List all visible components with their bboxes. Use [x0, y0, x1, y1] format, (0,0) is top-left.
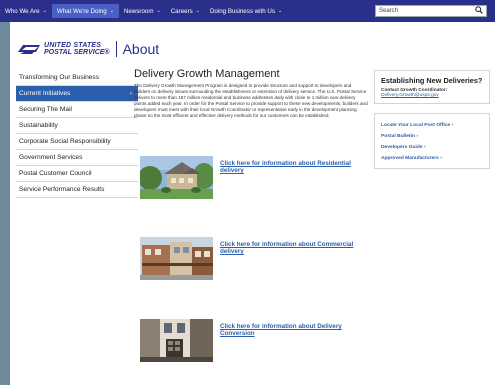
- sidebar-item-transforming-our-business[interactable]: Transforming Our Business: [16, 70, 138, 86]
- chevron-down-icon: ⌄: [277, 8, 283, 14]
- chevron-down-icon: ⌄: [109, 8, 114, 14]
- nav-who-we-are-label: Who We Are: [5, 7, 40, 15]
- new-deliveries-box: Establishing New Deliveries? Contact Gro…: [374, 70, 490, 104]
- search-input[interactable]: Search: [375, 5, 487, 17]
- top-navigation-bar: Who We Are ⌄ What We're Doing ⌄ Newsroom…: [0, 0, 495, 22]
- page-content: UNITED STATES POSTAL SERVICE® About Tran…: [10, 22, 495, 385]
- feature-residential: Click here for information about Residen…: [140, 156, 365, 199]
- magnifier-icon[interactable]: [475, 6, 483, 16]
- sidebar-navigation: Transforming Our Business Current Initia…: [16, 70, 138, 198]
- sidebar-item-postal-customer-council[interactable]: Postal Customer Council: [16, 166, 138, 182]
- postal-bulletin-link[interactable]: Postal Bulletin ›: [381, 131, 483, 142]
- approved-manufacturers-link[interactable]: Approved Manufacturers ›: [381, 153, 483, 164]
- nav-what-were-doing[interactable]: What We're Doing ⌄: [51, 4, 119, 18]
- sidebar-item-sustainability[interactable]: Sustainability: [16, 118, 138, 134]
- nav-newsroom[interactable]: Newsroom ⌄: [119, 4, 166, 18]
- right-sidebar: Establishing New Deliveries? Contact Gro…: [374, 70, 490, 169]
- chevron-down-icon: ⌄: [42, 8, 47, 14]
- commercial-delivery-link[interactable]: Click here for information about Commerc…: [220, 241, 365, 280]
- usps-eagle-logo-icon[interactable]: [18, 42, 40, 56]
- residential-delivery-link[interactable]: Click here for information about Residen…: [220, 160, 365, 199]
- sidebar-item-label: Securing The Mail: [19, 106, 73, 113]
- feature-conversion: Click here for information about Deliver…: [140, 319, 365, 362]
- nav-careers-label: Careers: [170, 7, 193, 15]
- usps-wordmark[interactable]: UNITED STATES POSTAL SERVICE®: [44, 42, 110, 56]
- feature-commercial: Click here for information about Commerc…: [140, 237, 365, 280]
- sidebar-item-label: Transforming Our Business: [19, 74, 100, 81]
- nav-careers[interactable]: Careers ⌄: [166, 4, 205, 18]
- nav-doing-business-label: Doing Business with Us: [209, 7, 275, 15]
- chevron-down-icon: ⌄: [195, 8, 200, 14]
- main-content: Delivery Growth Management The Delivery …: [134, 68, 368, 119]
- nav-doing-business[interactable]: Doing Business with Us ⌄: [205, 4, 287, 18]
- page-title: Delivery Growth Management: [134, 68, 280, 80]
- residential-house-image[interactable]: [140, 156, 213, 199]
- header-divider: [115, 41, 117, 57]
- sidebar-item-label: Current Initiatives: [19, 90, 71, 97]
- locate-post-office-link[interactable]: Locate Your Local Post Office ›: [381, 120, 483, 131]
- section-title: About: [122, 41, 160, 57]
- logo-line-postal-service: POSTAL SERVICE®: [44, 49, 110, 56]
- sidebar-item-current-initiatives[interactable]: Current Initiatives ›: [16, 86, 138, 102]
- quick-links-box: Locate Your Local Post Office › Postal B…: [374, 113, 490, 169]
- sidebar-item-label: Corporate Social Responsibility: [19, 138, 111, 145]
- sidebar-item-label: Service Performance Results: [19, 186, 105, 193]
- new-deliveries-title: Establishing New Deliveries?: [381, 76, 483, 85]
- chevron-right-icon: ›: [129, 90, 132, 97]
- nav-who-we-are[interactable]: Who We Are ⌄: [0, 4, 52, 18]
- intro-paragraph: The Delivery Growth Management Program i…: [134, 83, 368, 119]
- sidebar-item-label: Postal Customer Council: [19, 170, 92, 177]
- sidebar-item-securing-the-mail[interactable]: Securing The Mail: [16, 102, 138, 118]
- chevron-down-icon: ⌄: [156, 8, 161, 14]
- contact-email-link[interactable]: Delivery.Growth@usps.gov: [381, 93, 483, 98]
- nav-what-were-doing-label: What We're Doing: [56, 7, 107, 15]
- sidebar-item-government-services[interactable]: Government Services: [16, 150, 138, 166]
- sidebar-item-service-performance-results[interactable]: Service Performance Results: [16, 182, 138, 198]
- sidebar-item-label: Government Services: [19, 154, 83, 161]
- delivery-conversion-image[interactable]: [140, 319, 213, 362]
- nav-newsroom-label: Newsroom: [123, 7, 154, 15]
- site-header: UNITED STATES POSTAL SERVICE® About: [18, 36, 159, 62]
- commercial-building-image[interactable]: [140, 237, 213, 280]
- sidebar-item-label: Sustainability: [19, 122, 58, 129]
- logo-line-united-states: UNITED STATES: [44, 42, 102, 49]
- sidebar-item-corporate-social-responsibility[interactable]: Corporate Social Responsibility: [16, 134, 138, 150]
- developers-guide-link[interactable]: Developers Guide ›: [381, 142, 483, 153]
- delivery-conversion-link[interactable]: Click here for information about Deliver…: [220, 323, 365, 362]
- search-placeholder: Search: [379, 8, 399, 14]
